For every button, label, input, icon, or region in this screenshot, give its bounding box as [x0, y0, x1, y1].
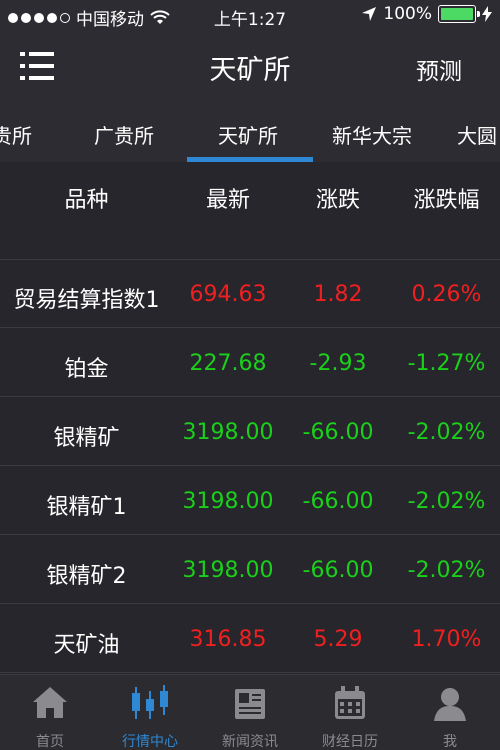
table-row[interactable]: 贸易结算指数1 694.63 1.82 0.26% — [0, 260, 500, 328]
calendar-icon — [335, 686, 365, 719]
row-last: 3198.00 — [182, 558, 274, 583]
row-pct: -1.27% — [407, 351, 486, 376]
header-name[interactable]: 品种 — [0, 182, 173, 214]
battery-percent: 100% — [383, 4, 432, 24]
row-last: 3198.00 — [182, 420, 274, 445]
row-pct: -2.02% — [407, 558, 486, 583]
tabbar-label: 行情中心 — [122, 734, 178, 750]
row-pct: -2.02% — [407, 489, 486, 514]
table-row[interactable]: 银精矿2 3198.00 -66.00 -2.02% — [0, 536, 500, 604]
row-change: -66.00 — [302, 558, 374, 583]
row-last: 316.85 — [189, 627, 267, 652]
status-right: 100% — [361, 4, 492, 24]
tab-exchange-1[interactable]: 广贵所 — [94, 120, 154, 149]
tabbar-home[interactable]: 首页 — [0, 675, 100, 750]
tabbar-label: 财经日历 — [322, 734, 378, 750]
row-change: -66.00 — [302, 489, 374, 514]
battery-icon — [438, 5, 480, 23]
tab-exchange-3[interactable]: 新华大宗 — [332, 120, 412, 149]
nav-bar: 天矿所 预测 — [0, 30, 500, 100]
tabbar-news[interactable]: 新闻资讯 — [200, 675, 300, 750]
newspaper-icon — [235, 689, 265, 719]
tabbar-label: 首页 — [36, 734, 64, 750]
row-name: 铂金 — [64, 357, 109, 382]
row-name: 贸易结算指数1 — [13, 288, 160, 313]
row-name: 银精矿1 — [46, 495, 127, 520]
table-row[interactable]: 银精矿 3198.00 -66.00 -2.02% — [0, 398, 500, 466]
table-row[interactable]: 天矿油 316.85 5.29 1.70% — [0, 605, 500, 673]
user-icon — [434, 688, 466, 721]
row-pct: 0.26% — [411, 282, 482, 307]
row-last: 227.68 — [189, 351, 267, 376]
row-name: 银精矿 — [53, 426, 120, 451]
row-name: 银精矿2 — [46, 564, 127, 589]
tabbar-me[interactable]: 我 — [400, 675, 500, 750]
row-last: 3198.00 — [182, 489, 274, 514]
bottom-tab-bar: 首页 行情中心 新闻资讯 财经日历 我 — [0, 674, 500, 750]
tabbar-market[interactable]: 行情中心 — [100, 675, 200, 750]
table-row-partial[interactable] — [0, 230, 500, 260]
row-name: 天矿油 — [53, 633, 120, 658]
tab-exchange-2[interactable]: 天矿所 — [218, 120, 278, 149]
table-row[interactable]: 铂金 227.68 -2.93 -1.27% — [0, 329, 500, 397]
exchange-tabs: 贵所 广贵所 天矿所 新华大宗 大圆 — [0, 100, 500, 162]
row-change: -66.00 — [302, 420, 374, 445]
row-change: 1.82 — [313, 282, 363, 307]
header-pct[interactable]: 涨跌幅 — [393, 182, 500, 214]
header-last[interactable]: 最新 — [173, 182, 283, 214]
forecast-button[interactable]: 预测 — [416, 52, 462, 86]
quote-table-header: 品种 最新 涨跌 涨跌幅 — [0, 162, 500, 230]
tabbar-label: 新闻资讯 — [222, 734, 278, 750]
row-change: -2.93 — [309, 351, 367, 376]
table-row[interactable]: 银精矿1 3198.00 -66.00 -2.02% — [0, 467, 500, 535]
row-last: 694.63 — [189, 282, 267, 307]
status-bar: 中国移动 上午1:27 100% — [0, 0, 500, 30]
home-icon — [33, 687, 67, 718]
row-pct: 1.70% — [411, 627, 482, 652]
header-change[interactable]: 涨跌 — [283, 182, 393, 214]
tab-exchange-0[interactable]: 贵所 — [0, 120, 32, 149]
tab-exchange-4[interactable]: 大圆 — [457, 120, 497, 149]
quote-list[interactable]: 贸易结算指数1 694.63 1.82 0.26% 铂金 227.68 -2.9… — [0, 230, 500, 674]
candlestick-icon — [132, 685, 168, 719]
row-change: 5.29 — [313, 627, 363, 652]
tabbar-calendar[interactable]: 财经日历 — [300, 675, 400, 750]
tabbar-label: 我 — [443, 734, 457, 750]
location-arrow-icon — [362, 7, 377, 21]
charging-bolt-icon — [482, 6, 492, 22]
row-pct: -2.02% — [407, 420, 486, 445]
